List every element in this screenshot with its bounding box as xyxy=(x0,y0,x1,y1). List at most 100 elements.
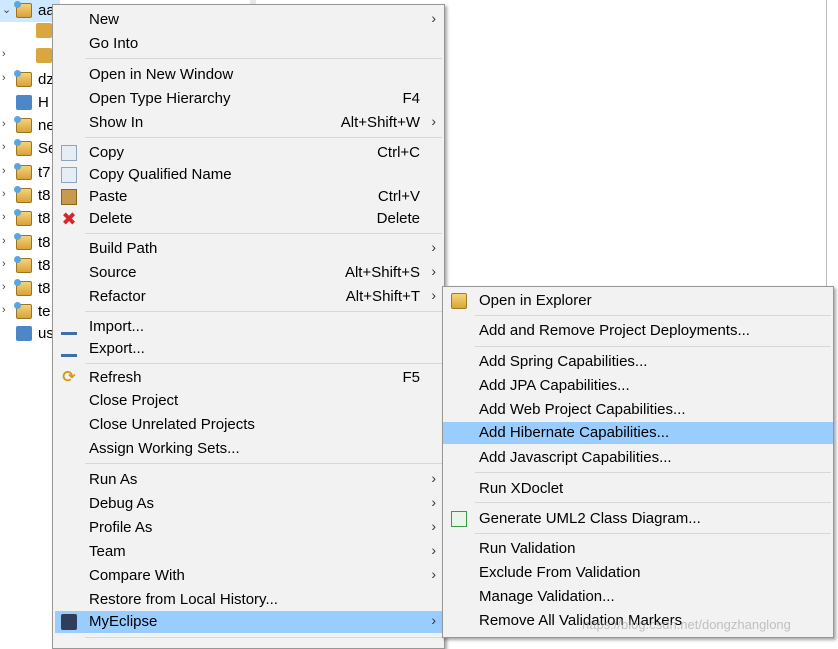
menu-item-add-hibernate[interactable]: Add Hibernate Capabilities... xyxy=(443,422,833,444)
menu-item-open-in-new-window[interactable]: Open in New Window xyxy=(55,64,442,86)
menu-item-label: Add Web Project Capabilities... xyxy=(479,401,686,418)
menu-item-profile-as[interactable]: Profile As › xyxy=(55,517,442,539)
tree-item-label: t8 xyxy=(38,280,51,297)
menu-item-label: Paste xyxy=(89,188,128,205)
menu-item-label: Manage Validation... xyxy=(479,588,615,605)
expand-arrow-icon[interactable]: › xyxy=(2,235,6,247)
tree-item[interactable]: › Se xyxy=(0,138,60,160)
tree-item-label: t7 xyxy=(38,164,51,181)
project-icon xyxy=(14,1,32,18)
menu-item-export[interactable]: Export... xyxy=(55,338,442,360)
menu-item-myeclipse[interactable]: MyEclipse › xyxy=(55,611,442,633)
expand-arrow-icon[interactable]: › xyxy=(2,48,6,60)
menu-item-new[interactable]: New › xyxy=(55,9,442,31)
menu-item-exclude-from-validation[interactable]: Exclude From Validation xyxy=(445,562,831,584)
tree-item[interactable]: › t8 xyxy=(0,255,60,277)
tree-item[interactable]: us xyxy=(0,323,60,345)
expand-arrow-icon[interactable]: › xyxy=(2,281,6,293)
expand-arrow-icon[interactable]: › xyxy=(2,141,6,153)
tree-item[interactable]: › t8 xyxy=(0,278,60,300)
import-icon xyxy=(61,319,77,335)
tree-item[interactable]: › te xyxy=(0,301,60,323)
menu-item-label: Show In xyxy=(89,114,144,131)
tree-item[interactable]: › t8 xyxy=(0,232,60,254)
menu-separator xyxy=(85,233,442,234)
menu-separator xyxy=(85,363,442,364)
menu-item-label: Team xyxy=(89,543,126,560)
menu-separator xyxy=(475,502,831,503)
tree-item[interactable]: › xyxy=(0,45,60,67)
tree-item-label: t8 xyxy=(38,234,51,251)
menu-item-source[interactable]: Source Alt+Shift+S › xyxy=(55,262,442,284)
project-icon xyxy=(14,116,32,133)
submenu-arrow-icon: › xyxy=(431,287,436,303)
menu-item-compare-with[interactable]: Compare With › xyxy=(55,565,442,587)
menu-item-generate-uml2[interactable]: Generate UML2 Class Diagram... xyxy=(445,508,831,530)
menu-item-paste[interactable]: Paste Ctrl+V xyxy=(55,186,442,208)
menu-item-label: Assign Working Sets... xyxy=(89,440,240,457)
menu-item-add-remove-deployments[interactable]: Add and Remove Project Deployments... xyxy=(445,320,831,342)
expand-arrow-icon[interactable]: › xyxy=(2,118,6,130)
menu-item-delete[interactable]: ✖ Delete Delete xyxy=(55,208,442,230)
tree-item[interactable]: H xyxy=(0,92,60,114)
menu-item-add-web-project[interactable]: Add Web Project Capabilities... xyxy=(445,399,831,421)
tree-item[interactable]: › ne xyxy=(0,115,60,137)
tree-item[interactable]: ⌄ aa xyxy=(0,0,60,22)
menu-item-import[interactable]: Import... xyxy=(55,316,442,338)
menu-item-copy[interactable]: Copy Ctrl+C xyxy=(55,142,442,164)
menu-item-add-jpa[interactable]: Add JPA Capabilities... xyxy=(445,375,831,397)
menu-item-build-path[interactable]: Build Path › xyxy=(55,238,442,260)
submenu-arrow-icon: › xyxy=(431,542,436,558)
package-icon xyxy=(36,23,52,38)
menu-item-label: Refactor xyxy=(89,288,146,305)
tree-item-label: t8 xyxy=(38,187,51,204)
expand-arrow-icon[interactable]: ⌄ xyxy=(2,3,11,16)
menu-item-show-in[interactable]: Show In Alt+Shift+W › xyxy=(55,112,442,134)
expand-arrow-icon[interactable]: › xyxy=(2,72,6,84)
shortcut-label: Ctrl+V xyxy=(377,188,420,205)
menu-item-restore-from-local-history[interactable]: Restore from Local History... xyxy=(55,589,442,611)
menu-item-open-type-hierarchy[interactable]: Open Type Hierarchy F4 xyxy=(55,88,442,110)
expand-arrow-icon[interactable]: › xyxy=(2,211,6,223)
project-icon xyxy=(14,70,32,87)
menu-item-run-xdoclet[interactable]: Run XDoclet xyxy=(445,478,831,500)
menu-item-refresh[interactable]: ⟳ Refresh F5 xyxy=(55,367,442,389)
menu-item-debug-as[interactable]: Debug As › xyxy=(55,493,442,515)
menu-item-go-into[interactable]: Go Into xyxy=(55,33,442,55)
menu-item-run-validation[interactable]: Run Validation xyxy=(445,538,831,560)
submenu-arrow-icon: › xyxy=(431,263,436,279)
menu-item-close-project[interactable]: Close Project xyxy=(55,390,442,412)
menu-item-assign-working-sets[interactable]: Assign Working Sets... xyxy=(55,438,442,460)
project-icon xyxy=(14,279,32,296)
expand-arrow-icon[interactable]: › xyxy=(2,258,6,270)
menu-separator xyxy=(475,472,831,473)
tree-item[interactable]: › t7 xyxy=(0,162,60,184)
expand-arrow-icon[interactable]: › xyxy=(2,304,6,316)
project-icon xyxy=(14,302,32,319)
menu-item-run-as[interactable]: Run As › xyxy=(55,469,442,491)
menu-item-label: Delete xyxy=(89,210,133,227)
menu-item-label: Close Project xyxy=(89,392,179,409)
menu-item-team[interactable]: Team › xyxy=(55,541,442,563)
menu-item-add-javascript[interactable]: Add Javascript Capabilities... xyxy=(445,447,831,469)
expand-arrow-icon[interactable]: › xyxy=(2,165,6,177)
tree-item[interactable]: › t8 xyxy=(0,208,60,230)
menu-item-manage-validation[interactable]: Manage Validation... xyxy=(445,586,831,608)
menu-item-close-unrelated-projects[interactable]: Close Unrelated Projects xyxy=(55,414,442,436)
menu-item-label: Export... xyxy=(89,340,145,357)
tree-item[interactable]: › t8 xyxy=(0,185,60,207)
project-explorer-tree: ⌄ aa › › dz H › ne › Se › t7 › t8 › t8 › t8 › t8 › t8 › te us xyxy=(0,0,60,647)
tree-item[interactable]: › dz xyxy=(0,69,60,91)
submenu-arrow-icon: › xyxy=(431,470,436,486)
menu-item-label: New xyxy=(89,11,120,28)
tree-item[interactable] xyxy=(0,20,60,42)
expand-arrow-icon[interactable]: › xyxy=(2,188,6,200)
menu-item-copy-qualified-name[interactable]: Copy Qualified Name xyxy=(55,164,442,186)
menu-item-refactor[interactable]: Refactor Alt+Shift+T › xyxy=(55,286,442,308)
paste-icon xyxy=(61,189,77,205)
shortcut-label: F4 xyxy=(402,90,420,107)
package-icon xyxy=(36,48,52,63)
menu-item-open-in-explorer[interactable]: Open in Explorer xyxy=(445,290,831,312)
menu-item-add-spring[interactable]: Add Spring Capabilities... xyxy=(445,351,831,373)
menu-item-label: Add Spring Capabilities... xyxy=(479,353,648,370)
